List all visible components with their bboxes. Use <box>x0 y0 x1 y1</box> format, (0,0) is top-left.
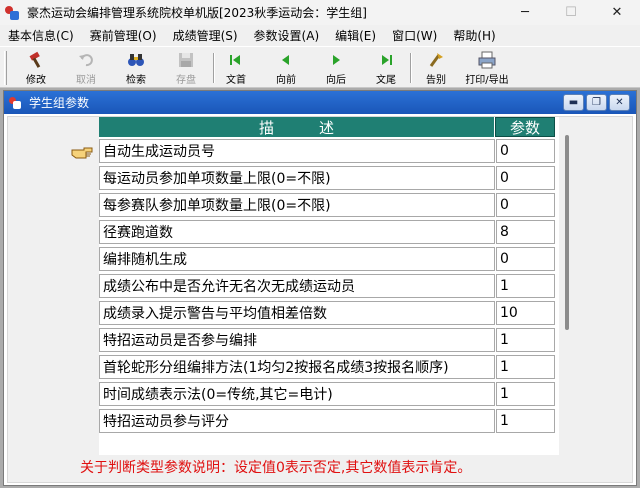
table-row[interactable]: 成绩录入提示警告与平均值相差倍数 10 <box>99 301 555 326</box>
pointing-hand-icon <box>71 147 93 159</box>
menu-bar: 基本信息(C) 赛前管理(O) 成绩管理(S) 参数设置(A) 编辑(E) 窗口… <box>0 25 640 45</box>
param-description: 特招运动员参与评分 <box>99 409 495 433</box>
param-value[interactable]: 1 <box>496 409 555 433</box>
child-restore-button[interactable]: ❐ <box>586 94 607 111</box>
app-icon <box>5 5 19 20</box>
param-description: 首轮蛇形分组编排方法(1均匀2按报名成绩3按报名顺序) <box>99 355 495 379</box>
param-value[interactable]: 1 <box>496 382 555 406</box>
param-value[interactable]: 1 <box>496 355 555 379</box>
params-window-body: 描 述 参数 自动生成运动员号 0 每运动员参加单项数量上限(0=不限) 0 每… <box>7 116 633 483</box>
table-row[interactable]: 径赛跑道数 8 <box>99 220 555 245</box>
params-window-title: 学生组参数 <box>29 96 90 110</box>
table-row[interactable]: 特招运动员是否参与编排 1 <box>99 328 555 353</box>
menu-results[interactable]: 成绩管理(S) <box>165 27 246 44</box>
table-row[interactable]: 自动生成运动员号 0 <box>99 139 555 164</box>
params-window-titlebar[interactable]: 学生组参数 ▬ ❐ ✕ <box>4 91 636 114</box>
param-description: 编排随机生成 <box>99 247 495 271</box>
hammer-icon <box>27 50 45 69</box>
params-window: 学生组参数 ▬ ❐ ✕ 描 述 参数 自动生成运动员号 0 每运动员参加单项数量… <box>3 90 637 486</box>
modify-button[interactable]: 修改 <box>12 50 60 86</box>
menu-edit[interactable]: 编辑(E) <box>327 27 384 44</box>
column-header-value[interactable]: 参数 <box>495 117 555 137</box>
next-icon <box>328 50 344 69</box>
grid-header: 描 述 参数 <box>99 117 555 137</box>
window-title: 豪杰运动会编排管理系统院校单机版[2023秋季运动会：学生组] <box>27 6 367 20</box>
child-minimize-button[interactable]: ▬ <box>563 94 584 111</box>
cancel-button[interactable]: 取消 <box>62 50 110 86</box>
binoculars-icon <box>126 50 146 69</box>
save-button[interactable]: 存盘 <box>162 50 210 86</box>
toolbar: 修改 取消 检索 存盘 文首 向前 向后 文尾 告别 打印/导出 <box>0 46 640 88</box>
maximize-button[interactable]: ☐ <box>548 0 594 25</box>
menu-settings[interactable]: 参数设置(A) <box>246 27 328 44</box>
last-record-button[interactable]: 文尾 <box>362 50 410 86</box>
minimize-button[interactable]: ─ <box>502 0 548 25</box>
param-value[interactable]: 0 <box>496 193 555 217</box>
param-description: 特招运动员是否参与编排 <box>99 328 495 352</box>
param-value[interactable]: 1 <box>496 274 555 298</box>
param-value[interactable]: 8 <box>496 220 555 244</box>
next-record-button[interactable]: 向后 <box>312 50 360 86</box>
print-export-button[interactable]: 打印/导出 <box>462 50 512 86</box>
close-button[interactable]: ✕ <box>594 0 640 25</box>
param-value[interactable]: 10 <box>496 301 555 325</box>
search-button[interactable]: 检索 <box>112 50 160 86</box>
table-row[interactable]: 成绩公布中是否允许无名次无成绩运动员 1 <box>99 274 555 299</box>
table-row[interactable]: 首轮蛇形分组编排方法(1均匀2按报名成绩3按报名顺序) 1 <box>99 355 555 380</box>
param-value[interactable]: 0 <box>496 247 555 271</box>
param-description: 径赛跑道数 <box>99 220 495 244</box>
param-description: 每运动员参加单项数量上限(0=不限) <box>99 166 495 190</box>
param-description: 时间成绩表示法(0=传统,其它=电计) <box>99 382 495 406</box>
first-record-button[interactable]: 文首 <box>212 50 260 86</box>
params-grid: 描 述 参数 自动生成运动员号 0 每运动员参加单项数量上限(0=不限) 0 每… <box>99 117 559 455</box>
param-description: 成绩公布中是否允许无名次无成绩运动员 <box>99 274 495 298</box>
toolbar-grip[interactable] <box>4 51 7 85</box>
floppy-icon <box>177 50 195 69</box>
window-icon <box>9 96 21 109</box>
vertical-scrollbar[interactable] <box>565 135 569 330</box>
menu-window[interactable]: 窗口(W) <box>384 27 445 44</box>
table-row[interactable]: 每参赛队参加单项数量上限(0=不限) 0 <box>99 193 555 218</box>
last-icon <box>378 50 394 69</box>
param-value[interactable]: 1 <box>496 328 555 352</box>
param-value[interactable]: 0 <box>496 166 555 190</box>
table-row[interactable]: 时间成绩表示法(0=传统,其它=电计) 1 <box>99 382 555 407</box>
menu-help[interactable]: 帮助(H) <box>445 27 503 44</box>
undo-icon <box>77 50 95 69</box>
title-bar: 豪杰运动会编排管理系统院校单机版[2023秋季运动会：学生组] ─ ☐ ✕ <box>0 0 640 25</box>
child-close-button[interactable]: ✕ <box>609 94 630 111</box>
param-description: 自动生成运动员号 <box>99 139 495 163</box>
menu-basic-info[interactable]: 基本信息(C) <box>0 27 82 44</box>
param-description: 每参赛队参加单项数量上限(0=不限) <box>99 193 495 217</box>
param-description: 成绩录入提示警告与平均值相差倍数 <box>99 301 495 325</box>
prev-record-button[interactable]: 向前 <box>262 50 310 86</box>
first-icon <box>228 50 244 69</box>
table-row[interactable]: 每运动员参加单项数量上限(0=不限) 0 <box>99 166 555 191</box>
table-row[interactable]: 编排随机生成 0 <box>99 247 555 272</box>
exit-icon <box>427 50 445 69</box>
table-row[interactable]: 特招运动员参与评分 1 <box>99 409 555 434</box>
param-value[interactable]: 0 <box>496 139 555 163</box>
printer-icon <box>477 50 497 69</box>
prev-icon <box>278 50 294 69</box>
menu-pre-match[interactable]: 赛前管理(O) <box>82 27 165 44</box>
column-header-description[interactable]: 描 述 <box>99 117 495 137</box>
exit-button[interactable]: 告别 <box>412 50 460 86</box>
param-type-note: 关于判断类型参数说明：设定值0表示否定,其它数值表示肯定。 <box>80 460 472 476</box>
